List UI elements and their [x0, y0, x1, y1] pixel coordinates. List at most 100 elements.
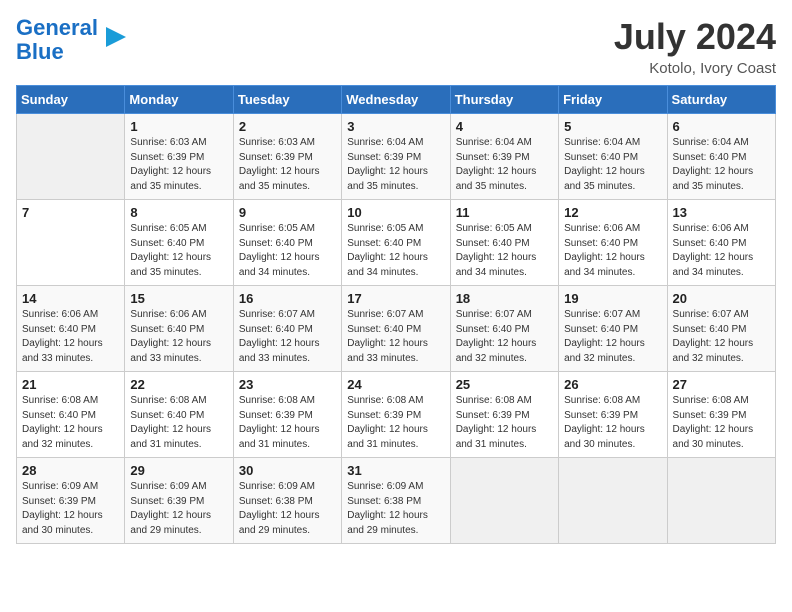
calendar-cell: 26 Sunrise: 6:08 AM Sunset: 6:39 PM Dayli…	[559, 372, 667, 458]
day-number: 26	[564, 377, 661, 392]
day-number: 30	[239, 463, 336, 478]
calendar-cell: 25 Sunrise: 6:08 AM Sunset: 6:39 PM Dayli…	[450, 372, 558, 458]
calendar-week-row: 14 Sunrise: 6:06 AM Sunset: 6:40 PM Dayli…	[17, 286, 776, 372]
day-info: Sunrise: 6:08 AM Sunset: 6:40 PM Dayligh…	[22, 394, 119, 452]
calendar-cell: 20 Sunrise: 6:07 AM Sunset: 6:40 PM Dayli…	[667, 286, 775, 372]
calendar-cell: 3Sunrise: 6:04 AM Sunset: 6:39 PM Daylig…	[342, 114, 450, 200]
calendar-cell: 31 Sunrise: 6:09 AM Sunset: 6:38 PM Dayli…	[342, 458, 450, 544]
day-number: 16	[239, 291, 336, 306]
calendar-cell: 29Sunrise: 6:09 AM Sunset: 6:39 PM Dayli…	[125, 458, 233, 544]
calendar-cell	[450, 458, 558, 544]
day-number: 11	[456, 205, 553, 220]
header-day: Wednesday	[342, 86, 450, 114]
day-number: 14	[22, 291, 119, 306]
day-number: 22	[130, 377, 227, 392]
day-number: 21	[22, 377, 119, 392]
day-number: 29	[130, 463, 227, 478]
day-number: 4	[456, 119, 553, 134]
calendar-cell: 11 Sunrise: 6:05 AM Sunset: 6:40 PM Dayli…	[450, 200, 558, 286]
calendar-cell: 7	[17, 200, 125, 286]
header-row: SundayMondayTuesdayWednesdayThursdayFrid…	[17, 86, 776, 114]
day-info: Sunrise: 6:09 AM Sunset: 6:38 PM Dayligh…	[239, 480, 336, 538]
calendar-cell: 21 Sunrise: 6:08 AM Sunset: 6:40 PM Dayli…	[17, 372, 125, 458]
calendar-cell: 18Sunrise: 6:07 AM Sunset: 6:40 PM Dayli…	[450, 286, 558, 372]
day-number: 2	[239, 119, 336, 134]
day-info: Sunrise: 6:08 AM Sunset: 6:39 PM Dayligh…	[564, 394, 661, 452]
day-info: Sunrise: 6:08 AM Sunset: 6:39 PM Dayligh…	[347, 394, 444, 452]
day-info: Sunrise: 6:06 AM Sunset: 6:40 PM Dayligh…	[564, 222, 661, 280]
calendar-table: SundayMondayTuesdayWednesdayThursdayFrid…	[16, 85, 776, 544]
day-info: Sunrise: 6:08 AM Sunset: 6:39 PM Dayligh…	[456, 394, 553, 452]
day-info: Sunrise: 6:09 AM Sunset: 6:38 PM Dayligh…	[347, 480, 444, 538]
month-title: July 2024	[614, 16, 776, 58]
day-info: Sunrise: 6:08 AM Sunset: 6:39 PM Dayligh…	[673, 394, 770, 452]
calendar-week-row: 28Sunrise: 6:09 AM Sunset: 6:39 PM Dayli…	[17, 458, 776, 544]
day-number: 31	[347, 463, 444, 478]
day-number: 20	[673, 291, 770, 306]
day-info: Sunrise: 6:04 AM Sunset: 6:39 PM Dayligh…	[456, 136, 553, 194]
day-info: Sunrise: 6:08 AM Sunset: 6:40 PM Dayligh…	[130, 394, 227, 452]
calendar-cell: 27 Sunrise: 6:08 AM Sunset: 6:39 PM Dayli…	[667, 372, 775, 458]
calendar-cell: 22 Sunrise: 6:08 AM Sunset: 6:40 PM Dayli…	[125, 372, 233, 458]
calendar-cell: 8 Sunrise: 6:05 AM Sunset: 6:40 PM Daylig…	[125, 200, 233, 286]
calendar-cell: 23 Sunrise: 6:08 AM Sunset: 6:39 PM Dayli…	[233, 372, 341, 458]
day-info: Sunrise: 6:08 AM Sunset: 6:39 PM Dayligh…	[239, 394, 336, 452]
day-info: Sunrise: 6:03 AM Sunset: 6:39 PM Dayligh…	[239, 136, 336, 194]
calendar-week-row: 21 Sunrise: 6:08 AM Sunset: 6:40 PM Dayli…	[17, 372, 776, 458]
calendar-week-row: 78 Sunrise: 6:05 AM Sunset: 6:40 PM Dayli…	[17, 200, 776, 286]
day-number: 8	[130, 205, 227, 220]
day-number: 12	[564, 205, 661, 220]
day-number: 18	[456, 291, 553, 306]
day-number: 25	[456, 377, 553, 392]
calendar-cell: 16Sunrise: 6:07 AM Sunset: 6:40 PM Dayli…	[233, 286, 341, 372]
calendar-cell	[559, 458, 667, 544]
calendar-cell: 4 Sunrise: 6:04 AM Sunset: 6:39 PM Daylig…	[450, 114, 558, 200]
day-number: 13	[673, 205, 770, 220]
calendar-cell: 28Sunrise: 6:09 AM Sunset: 6:39 PM Dayli…	[17, 458, 125, 544]
header-day: Friday	[559, 86, 667, 114]
logo-text: GeneralBlue	[16, 16, 98, 64]
day-number: 27	[673, 377, 770, 392]
day-info: Sunrise: 6:05 AM Sunset: 6:40 PM Dayligh…	[130, 222, 227, 280]
header-day: Sunday	[17, 86, 125, 114]
location-subtitle: Kotolo, Ivory Coast	[614, 60, 776, 77]
day-number: 9	[239, 205, 336, 220]
day-info: Sunrise: 6:06 AM Sunset: 6:40 PM Dayligh…	[130, 308, 227, 366]
day-number: 5	[564, 119, 661, 134]
calendar-cell	[17, 114, 125, 200]
calendar-cell: 24 Sunrise: 6:08 AM Sunset: 6:39 PM Dayli…	[342, 372, 450, 458]
day-info: Sunrise: 6:06 AM Sunset: 6:40 PM Dayligh…	[673, 222, 770, 280]
calendar-header: SundayMondayTuesdayWednesdayThursdayFrid…	[17, 86, 776, 114]
calendar-cell: 19 Sunrise: 6:07 AM Sunset: 6:40 PM Dayli…	[559, 286, 667, 372]
calendar-cell	[667, 458, 775, 544]
header-day: Tuesday	[233, 86, 341, 114]
calendar-cell: 17Sunrise: 6:07 AM Sunset: 6:40 PM Dayli…	[342, 286, 450, 372]
day-info: Sunrise: 6:07 AM Sunset: 6:40 PM Dayligh…	[564, 308, 661, 366]
day-number: 17	[347, 291, 444, 306]
day-number: 7	[22, 205, 119, 220]
day-info: Sunrise: 6:09 AM Sunset: 6:39 PM Dayligh…	[22, 480, 119, 538]
calendar-cell: 5 Sunrise: 6:04 AM Sunset: 6:40 PM Daylig…	[559, 114, 667, 200]
header-day: Thursday	[450, 86, 558, 114]
day-info: Sunrise: 6:03 AM Sunset: 6:39 PM Dayligh…	[130, 136, 227, 194]
logo-arrow-icon	[102, 23, 130, 51]
day-number: 24	[347, 377, 444, 392]
calendar-cell: 12 Sunrise: 6:06 AM Sunset: 6:40 PM Dayli…	[559, 200, 667, 286]
day-info: Sunrise: 6:04 AM Sunset: 6:40 PM Dayligh…	[564, 136, 661, 194]
calendar-cell: 2 Sunrise: 6:03 AM Sunset: 6:39 PM Daylig…	[233, 114, 341, 200]
day-number: 15	[130, 291, 227, 306]
calendar-cell: 30 Sunrise: 6:09 AM Sunset: 6:38 PM Dayli…	[233, 458, 341, 544]
day-info: Sunrise: 6:05 AM Sunset: 6:40 PM Dayligh…	[456, 222, 553, 280]
calendar-cell: 10Sunrise: 6:05 AM Sunset: 6:40 PM Dayli…	[342, 200, 450, 286]
calendar-body: 1Sunrise: 6:03 AM Sunset: 6:39 PM Daylig…	[17, 114, 776, 544]
day-number: 19	[564, 291, 661, 306]
title-block: July 2024 Kotolo, Ivory Coast	[614, 16, 776, 77]
calendar-cell: 1Sunrise: 6:03 AM Sunset: 6:39 PM Daylig…	[125, 114, 233, 200]
header-day: Monday	[125, 86, 233, 114]
day-info: Sunrise: 6:04 AM Sunset: 6:40 PM Dayligh…	[673, 136, 770, 194]
day-number: 23	[239, 377, 336, 392]
day-info: Sunrise: 6:07 AM Sunset: 6:40 PM Dayligh…	[673, 308, 770, 366]
day-info: Sunrise: 6:04 AM Sunset: 6:39 PM Dayligh…	[347, 136, 444, 194]
header-day: Saturday	[667, 86, 775, 114]
day-info: Sunrise: 6:06 AM Sunset: 6:40 PM Dayligh…	[22, 308, 119, 366]
